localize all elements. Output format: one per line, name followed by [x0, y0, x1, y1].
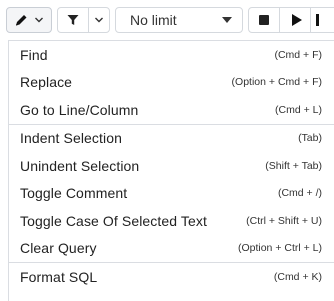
menu-item-shortcut: (Cmd + F): [274, 48, 322, 61]
menu-item-label: Replace: [20, 74, 73, 91]
menu-item-shortcut: (Option + Ctrl + L): [237, 242, 322, 255]
menu-item-shortcut: (Cmd + L): [275, 103, 322, 116]
menu-item-shortcut: (Tab): [298, 132, 322, 145]
menu-group-edit: Indent Selection (Tab) Unindent Selectio…: [9, 125, 334, 263]
menu-item-toggle-case[interactable]: Toggle Case Of Selected Text (Ctrl + Shi…: [9, 207, 334, 235]
menu-item-clear-query[interactable]: Clear Query (Option + Ctrl + L): [9, 235, 334, 263]
filter-icon: [67, 15, 79, 25]
menu-item-format-sql[interactable]: Format SQL (Cmd + K): [9, 263, 334, 291]
menu-item-indent[interactable]: Indent Selection (Tab): [9, 125, 334, 153]
query-toolbar: No limit: [0, 0, 334, 40]
query-tool: No limit Find (Cmd + F) Replace (Option …: [0, 0, 334, 301]
menu-item-replace[interactable]: Replace (Option + Cmd + F): [9, 69, 334, 97]
execute-options-button[interactable]: [310, 7, 334, 33]
stop-icon: [259, 15, 269, 25]
menu-item-shortcut: (Cmd + /): [277, 187, 322, 200]
cancel-query-button[interactable]: [248, 7, 280, 33]
row-limit-select[interactable]: No limit: [115, 7, 243, 33]
edit-menu-button[interactable]: [6, 7, 52, 33]
menu-item-find[interactable]: Find (Cmd + F): [9, 41, 334, 69]
filter-dropdown-button[interactable]: [88, 7, 110, 33]
menu-item-unindent[interactable]: Unindent Selection (Shift + Tab): [9, 152, 334, 180]
menu-item-shortcut: (Ctrl + Shift + U): [246, 214, 322, 227]
chevron-down-icon: [35, 17, 43, 23]
pencil-icon: [16, 15, 27, 26]
caret-down-icon: [222, 17, 232, 23]
menu-item-shortcut: (Cmd + K): [273, 270, 322, 283]
menu-item-label: Go to Line/Column: [20, 101, 139, 118]
play-icon: [291, 14, 302, 26]
bar-icon: [315, 14, 319, 26]
menu-item-label: Clear Query: [20, 240, 97, 257]
menu-group-find: Find (Cmd + F) Replace (Option + Cmd + F…: [9, 41, 334, 125]
row-limit-value: No limit: [130, 12, 177, 28]
menu-group-format: Format SQL (Cmd + K): [9, 263, 334, 291]
menu-item-label: Indent Selection: [20, 130, 123, 147]
execute-query-button[interactable]: [279, 7, 311, 33]
menu-item-label: Unindent Selection: [20, 157, 140, 174]
filter-button[interactable]: [57, 7, 89, 33]
menu-item-toggle-comment[interactable]: Toggle Comment (Cmd + /): [9, 180, 334, 208]
menu-item-label: Format SQL: [20, 268, 98, 285]
menu-item-label: Find: [20, 46, 48, 63]
menu-item-label: Toggle Case Of Selected Text: [20, 212, 207, 229]
menu-item-label: Toggle Comment: [20, 185, 128, 202]
chevron-down-icon: [95, 17, 103, 23]
menu-item-shortcut: (Option + Cmd + F): [231, 76, 322, 89]
menu-item-go-to-line[interactable]: Go to Line/Column (Cmd + L): [9, 96, 334, 124]
edit-dropdown-menu: Find (Cmd + F) Replace (Option + Cmd + F…: [8, 40, 334, 301]
menu-item-shortcut: (Shift + Tab): [265, 159, 322, 172]
